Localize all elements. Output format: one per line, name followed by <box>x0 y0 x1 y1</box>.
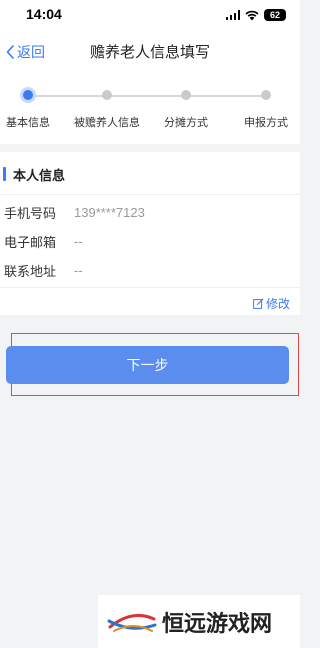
step-progress: 基本信息 被赡养人信息 分摊方式 申报方式 <box>0 74 300 144</box>
wifi-icon <box>245 10 259 20</box>
divider <box>0 287 300 288</box>
step-label: 分摊方式 <box>164 116 208 129</box>
step-dot <box>102 90 112 100</box>
address-value: -- <box>74 262 83 278</box>
phone-label: 手机号码 <box>4 206 57 222</box>
nav-bar: 赡养老人信息填写 返回 <box>0 30 300 74</box>
step-allocation: 分摊方式 <box>146 74 226 144</box>
address-label: 联系地址 <box>4 264 57 280</box>
address-row: 联系地址 -- <box>0 258 83 282</box>
status-icons: 62 <box>225 9 286 21</box>
battery-icon: 62 <box>264 9 286 21</box>
watermark-text: 恒远游戏网 <box>162 610 273 637</box>
email-label: 电子邮箱 <box>4 235 57 251</box>
edit-label: 修改 <box>265 297 290 311</box>
status-bar: 14:04 62 <box>0 0 300 30</box>
status-time: 14:04 <box>26 6 62 22</box>
step-dot <box>261 90 271 100</box>
chevron-left-icon <box>6 45 14 59</box>
step-label: 被赡养人信息 <box>74 116 140 129</box>
personal-info-card: 本人信息 手机号码 139****7123 电子邮箱 -- 联系地址 -- 修改 <box>0 152 300 315</box>
email-row: 电子邮箱 -- <box>0 229 83 253</box>
page-title: 赡养老人信息填写 <box>89 43 210 61</box>
watermark-logo-icon <box>107 613 157 632</box>
edit-button[interactable]: 修改 <box>253 295 290 312</box>
back-button[interactable]: 返回 <box>0 30 45 74</box>
back-label: 返回 <box>17 45 45 61</box>
step-label: 基本信息 <box>6 116 50 129</box>
step-label: 申报方式 <box>244 116 288 129</box>
divider <box>0 194 300 195</box>
step-dot-active <box>20 87 36 103</box>
phone-row: 手机号码 139****7123 <box>0 200 145 224</box>
watermark: 恒远游戏网 <box>98 595 300 648</box>
section-title: 本人信息 <box>13 168 66 184</box>
section-header: 本人信息 <box>0 161 65 187</box>
signal-icon <box>225 10 240 20</box>
step-basic-info: 基本信息 <box>0 74 68 144</box>
edit-icon <box>253 298 264 309</box>
next-step-button[interactable]: 下一步 <box>6 346 289 384</box>
step-supported-person: 被赡养人信息 <box>67 74 147 144</box>
email-value: -- <box>74 233 83 249</box>
step-declaration: 申报方式 <box>226 74 306 144</box>
phone-value: 139****7123 <box>74 204 145 220</box>
step-dot <box>181 90 191 100</box>
section-accent-bar <box>3 167 6 181</box>
